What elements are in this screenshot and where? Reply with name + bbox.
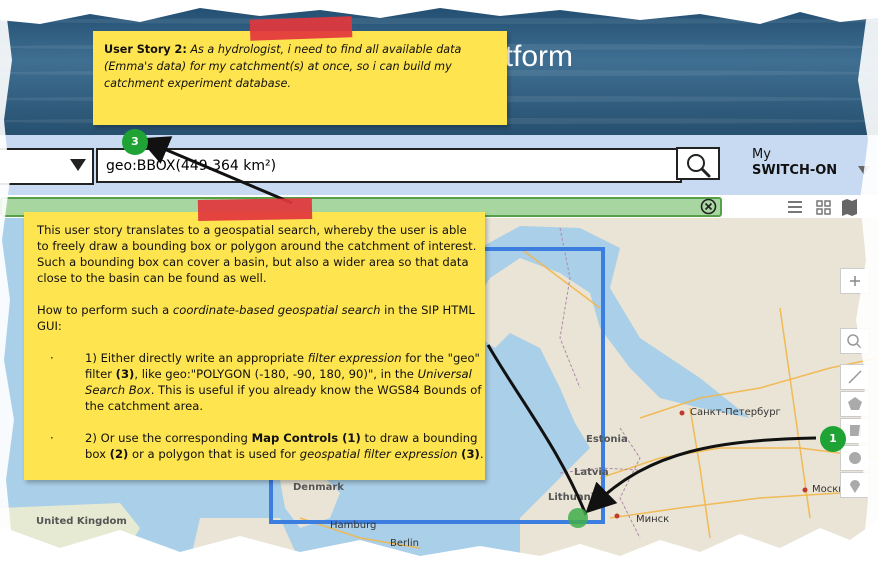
step-badge-1: 1: [820, 426, 846, 452]
tape: [249, 16, 353, 41]
user-story-note: User Story 2: As a hydrologist, i need t…: [93, 31, 507, 125]
step-badge-3: 3: [122, 129, 148, 155]
explanation-note: This user story translates to a geospati…: [24, 212, 485, 480]
tape: [197, 198, 313, 221]
bullet-dot: ·: [50, 431, 54, 445]
note-howto: How to perform such a coordinate-based g…: [37, 303, 475, 333]
note-heading: User Story 2:: [104, 43, 187, 56]
bullet-dot: ·: [50, 351, 54, 365]
note-intro: This user story translates to a geospati…: [37, 223, 477, 285]
